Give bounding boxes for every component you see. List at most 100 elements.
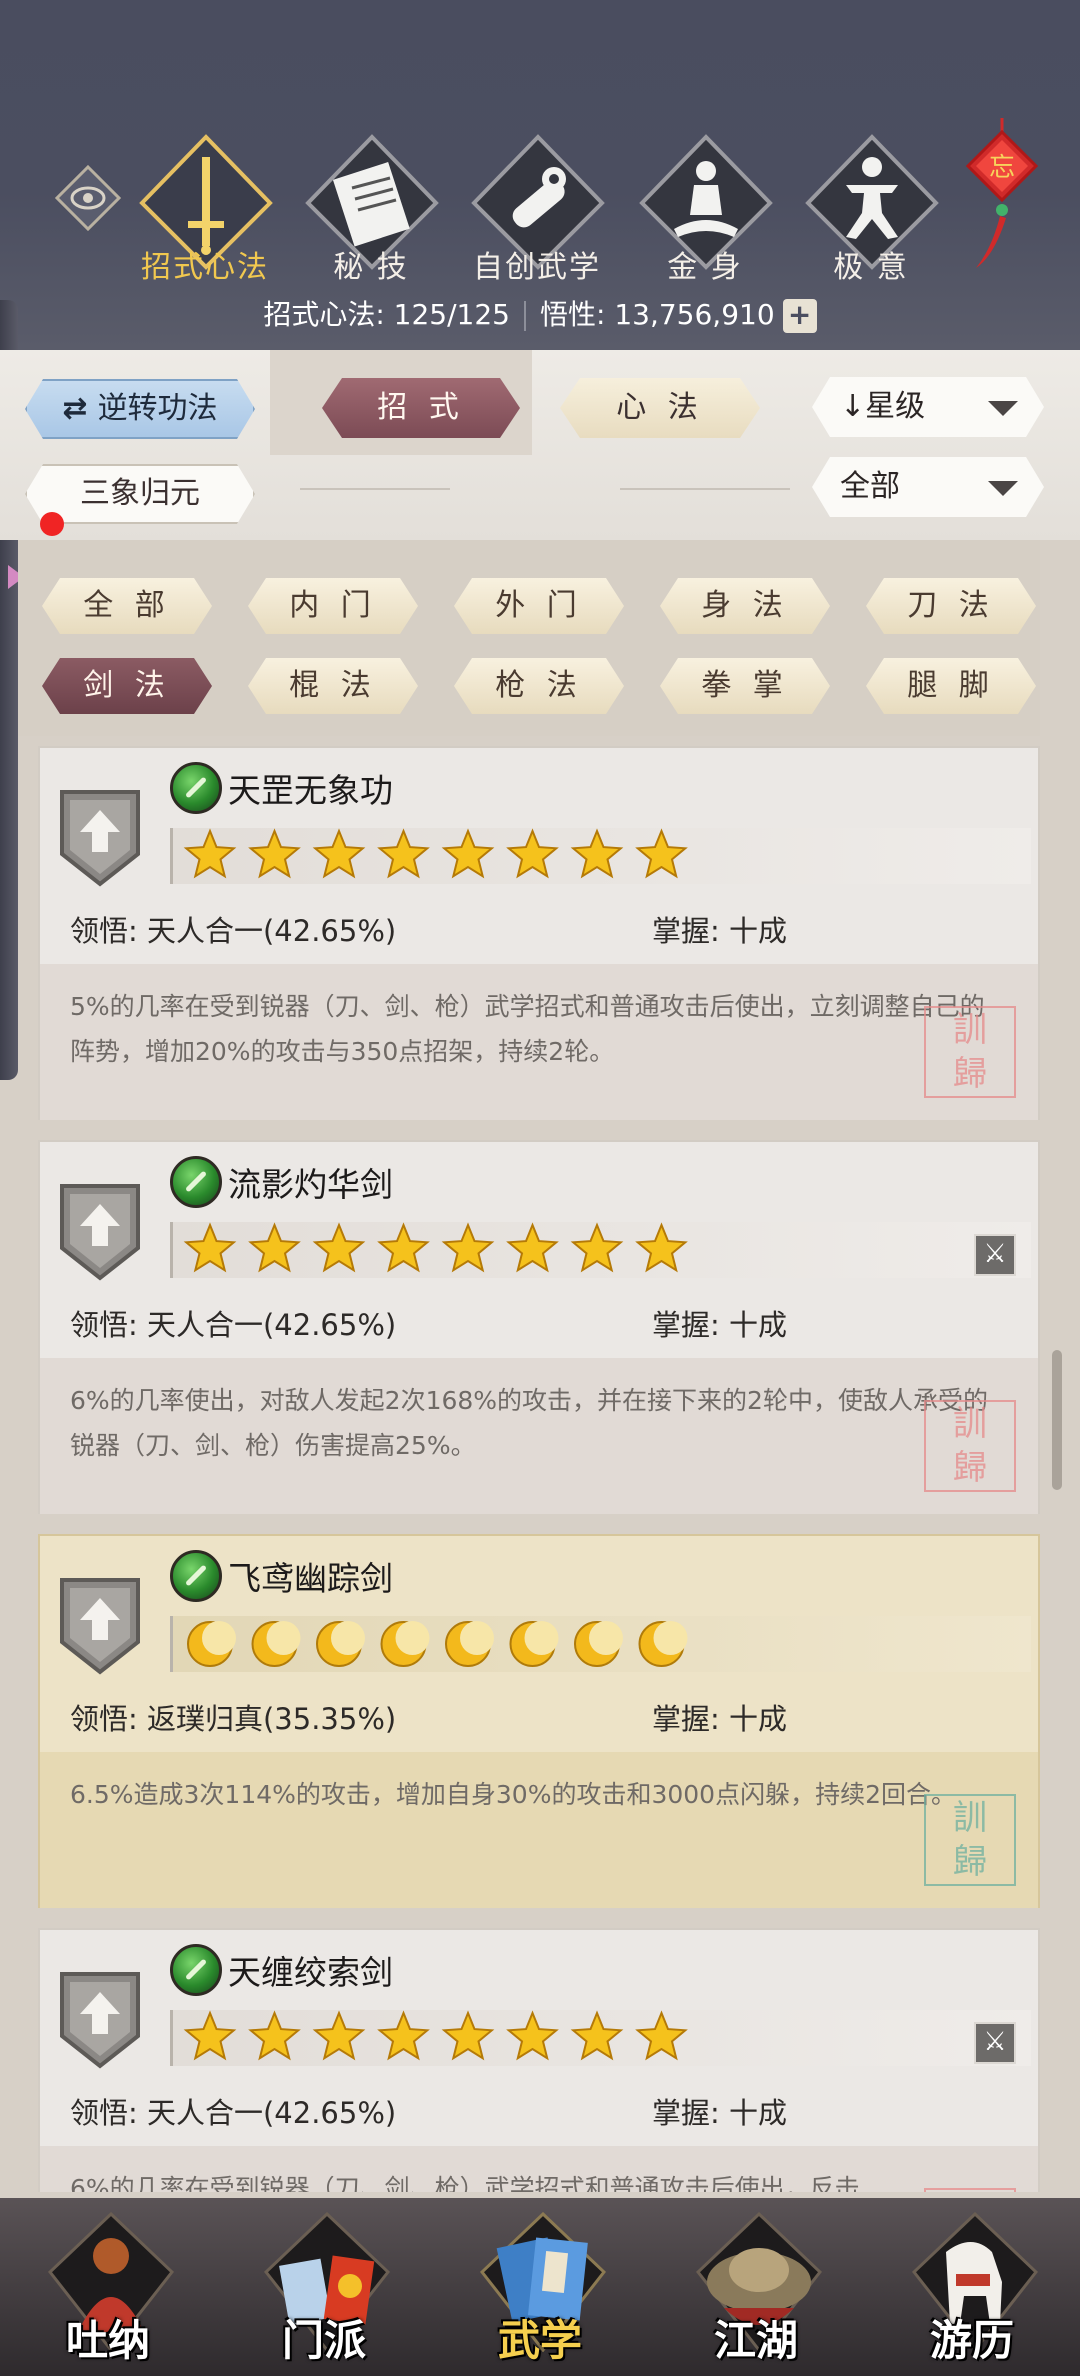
category-all[interactable]: 全 部 (42, 578, 212, 634)
chinese-knot-icon[interactable]: 忘 (962, 118, 1042, 278)
category-label: 内 门 (289, 588, 377, 623)
chevron-down-icon (988, 481, 1018, 496)
upgrade-shield-icon[interactable] (58, 1572, 142, 1676)
rating-bar (170, 2010, 1031, 2066)
category-label: 枪 法 (495, 668, 583, 703)
notification-dot (40, 512, 64, 536)
skill-description: 6%的几率在受到锐器（刀、剑、枪）武学招式和普通攻击后使出，反击 (70, 2174, 860, 2192)
sort-dropdown[interactable]: ↓星级 (812, 377, 1044, 437)
chevron-down-icon (988, 401, 1018, 416)
rating-bar (170, 1222, 1031, 1278)
tab-label: 秘 技 (333, 250, 409, 285)
nav-jianghu[interactable]: 江湖 (666, 2198, 846, 2376)
category-outer[interactable]: 外 门 (454, 578, 624, 634)
rating-bar (170, 828, 1031, 884)
mastery-text: 掌握: 十成 (652, 914, 787, 948)
knot-char: 忘 (989, 153, 1015, 183)
scope-dropdown[interactable]: 全部 (812, 457, 1044, 517)
seal-stamp-icon: 訓歸 (924, 1794, 1016, 1886)
seal-stamp-icon: 訓歸 (924, 1400, 1016, 1492)
rating-bar (170, 1616, 1031, 1672)
bottom-nav: 吐纳 门派 武学 江湖 游历 (0, 2198, 1080, 2376)
skill-grade-icon (170, 762, 222, 814)
tab-label: 自创武学 (473, 250, 601, 285)
swap-icon: ⇄ (62, 391, 88, 426)
category-leg[interactable]: 腿 脚 (866, 658, 1036, 714)
category-panel: 全 部 内 门 外 门 身 法 刀 法 剑 法 棍 法 枪 法 拳 掌 腿 脚 (18, 540, 1040, 736)
mastery-text: 掌握: 十成 (652, 2096, 787, 2130)
skill-type-icon[interactable]: ⚔ (974, 2022, 1016, 2064)
skill-name: 天缠绞索剑 (228, 1953, 393, 1992)
skill-description: 6.5%造成3次114%的攻击，增加自身30%的攻击和3000点闪躲，持续2回合… (70, 1780, 956, 1809)
decorative-line (620, 488, 790, 490)
reverse-skill-label: 逆转功法 (97, 391, 218, 426)
nav-label: 游历 (929, 2316, 1014, 2365)
eye-icon[interactable] (55, 165, 121, 231)
nav-travel[interactable]: 游历 (882, 2198, 1062, 2376)
stats-bar: 招式心法: 125/125 悟性: 13,756,910 + (0, 293, 1080, 333)
nav-martial[interactable]: 武学 (450, 2198, 630, 2376)
category-movement[interactable]: 身 法 (660, 578, 830, 634)
skill-name: 流影灼华剑 (228, 1165, 393, 1204)
nav-label: 吐纳 (65, 2316, 150, 2365)
mastery-text: 掌握: 十成 (652, 1308, 787, 1342)
skill-card[interactable]: 飞鸢幽踪剑领悟: 返璞归真(35.35%) 掌握: 十成 6.5%造成3次114%的… (38, 1534, 1040, 1908)
skill-card[interactable]: 天罡无象功 领悟: 天人合一(42.65%) 掌握: 十成 5%的几率在受到锐器（刀、… (38, 746, 1040, 1120)
skill-card[interactable]: 天缠绞索剑 ⚔ 领悟: 天人合一(42.65%) 掌握: 十成 6%的几率在受到锐器（刀… (38, 1928, 1040, 2192)
reverse-skill-button[interactable]: ⇄ 逆转功法 (25, 379, 255, 439)
upgrade-shield-icon[interactable] (58, 784, 142, 888)
category-label: 棍 法 (289, 668, 377, 703)
nav-label: 门派 (281, 2316, 366, 2365)
category-staff[interactable]: 棍 法 (248, 658, 418, 714)
scrollbar[interactable] (1052, 1350, 1062, 1490)
tab-mind[interactable]: 心 法 (560, 378, 760, 438)
comprehension-text: 领悟: 返璞归真(35.35%) (70, 1702, 397, 1736)
seal-stamp-icon: 訓歸 (924, 2188, 1016, 2192)
tab-moves[interactable]: 招 式 (322, 378, 520, 438)
category-label: 拳 掌 (701, 668, 789, 703)
upgrade-shield-icon[interactable] (58, 1966, 142, 2070)
skill-grade-icon (170, 1944, 222, 1996)
category-inner[interactable]: 内 门 (248, 578, 418, 634)
comprehension-text: 领悟: 天人合一(42.65%) (70, 914, 397, 948)
category-label: 身 法 (701, 588, 789, 623)
stats-divider (524, 301, 526, 331)
skill-description: 6%的几率使出，对敌人发起2次168%的攻击，并在接下来的2轮中，使敌人承受的锐… (70, 1386, 988, 1460)
category-label: 刀 法 (907, 588, 995, 623)
skill-name: 天罡无象功 (228, 771, 393, 810)
category-sword[interactable]: 剑 法 (42, 658, 212, 714)
skill-grade-icon (170, 1156, 222, 1208)
tab-label: 极 意 (833, 250, 909, 285)
sort-label: 星级 (865, 389, 926, 424)
category-spear[interactable]: 枪 法 (454, 658, 624, 714)
skill-list[interactable]: 天罡无象功 领悟: 天人合一(42.65%) 掌握: 十成 5%的几率在受到锐器（刀、… (38, 746, 1042, 2192)
category-fist[interactable]: 拳 掌 (660, 658, 830, 714)
header: 招式心法 秘 技 自创武学 金 身 极 意 忘 招式心法: 125/125 悟性… (0, 0, 1080, 350)
tab-moves-label: 招 式 (377, 390, 465, 425)
comprehension-text: 领悟: 天人合一(42.65%) (70, 1308, 397, 1342)
mastery-text: 掌握: 十成 (652, 1702, 787, 1736)
add-insight-button[interactable]: + (782, 299, 817, 333)
nav-breathing[interactable]: 吐纳 (18, 2198, 198, 2376)
comprehension-text: 领悟: 天人合一(42.65%) (70, 2096, 397, 2130)
upgrade-shield-icon[interactable] (58, 1178, 142, 1282)
nav-label: 武学 (497, 2316, 582, 2365)
insight-value: 悟性: 13,756,910 (540, 298, 775, 331)
seal-stamp-icon: 訓歸 (924, 1006, 1016, 1098)
category-label: 全 部 (83, 588, 171, 623)
category-blade[interactable]: 刀 法 (866, 578, 1036, 634)
nav-label: 江湖 (713, 2316, 798, 2365)
nav-sect[interactable]: 门派 (234, 2198, 414, 2376)
tab-label: 金 身 (667, 250, 743, 285)
sort-arrow-icon: ↓ (840, 389, 866, 424)
skill-card[interactable]: 流影灼华剑 ⚔ 领悟: 天人合一(42.65%) 掌握: 十成 6%的几率使出，对敌人发… (38, 1140, 1040, 1514)
skill-type-icon[interactable]: ⚔ (974, 1234, 1016, 1276)
decorative-line (300, 488, 450, 490)
category-label: 腿 脚 (907, 668, 995, 703)
filter-area: ⇄ 逆转功法 招 式 心 法 ↓星级 三象归元 全部 (0, 350, 1080, 540)
skill-count: 招式心法: 125/125 (263, 298, 510, 331)
skill-grade-icon (170, 1550, 222, 1602)
category-label: 剑 法 (83, 668, 171, 703)
tab-label: 招式心法 (141, 250, 269, 285)
skill-name: 飞鸢幽踪剑 (228, 1559, 393, 1598)
